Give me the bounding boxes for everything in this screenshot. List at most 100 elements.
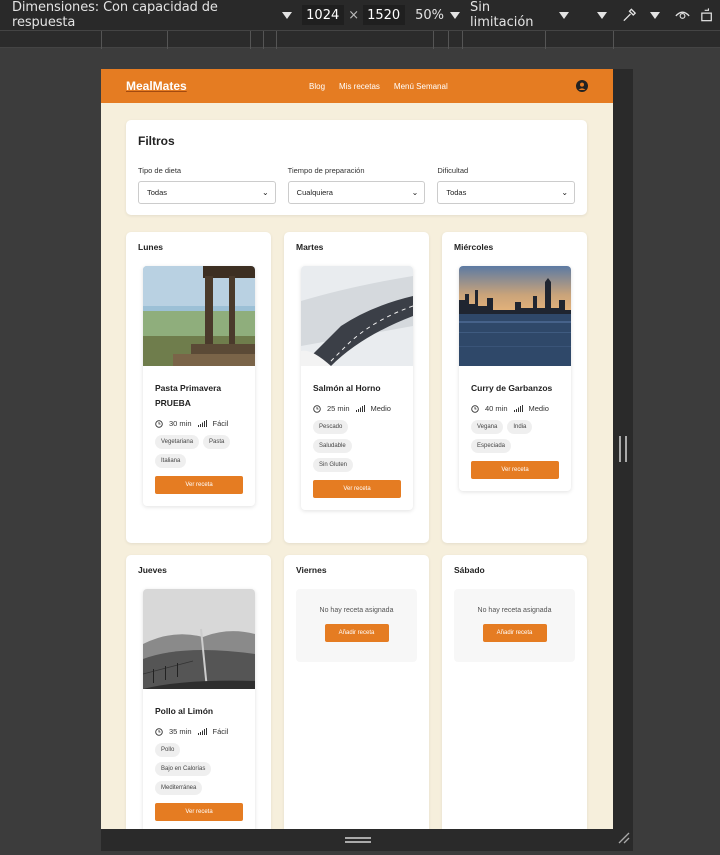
clock-icon	[155, 727, 163, 736]
recipe-tag: Pescado	[313, 420, 349, 434]
app-header: MealMates Blog Mis recetas Menú Semanal	[101, 69, 613, 103]
recipe-tag: Saludable	[313, 439, 352, 453]
recipe-tag: Pasta	[203, 435, 231, 449]
day-title: Martes	[296, 242, 324, 252]
day-card-jueves: Jueves Pollo al Limón 35 min Fácil Pollo…	[126, 555, 271, 829]
recipe-tag: Vegana	[471, 420, 504, 434]
dimensions-dropdown[interactable]: Dimensiones: Con capacidad de respuesta	[12, 0, 270, 30]
difficulty-label: Dificultad	[437, 166, 469, 175]
width-input[interactable]: 1024	[302, 5, 345, 25]
devtools-ruler	[0, 30, 720, 49]
clock-icon	[471, 404, 479, 413]
nav-menu-semanal[interactable]: Menú Semanal	[394, 82, 448, 91]
chevron-down-icon[interactable]	[649, 11, 660, 19]
recipe-difficulty: Fácil	[212, 727, 229, 736]
recipe-card: Pollo al Limón 35 min Fácil Pollo Bajo e…	[143, 589, 255, 829]
day-title: Miércoles	[454, 242, 494, 252]
signal-icon	[355, 405, 365, 412]
recipe-tag: Italiana	[155, 454, 187, 468]
app-logo[interactable]: MealMates	[126, 79, 187, 93]
empty-slot: No hay receta asignada Añadir receta	[454, 589, 575, 662]
clock-icon	[155, 419, 163, 428]
height-input[interactable]: 1520	[363, 5, 406, 25]
recipe-time: 30 min	[169, 419, 192, 428]
zoom-dropdown[interactable]: 50%	[415, 8, 444, 23]
recipe-title[interactable]: Pasta Primavera PRUEBA	[155, 381, 243, 411]
day-title: Sábado	[454, 565, 485, 575]
resize-corner-icon[interactable]	[618, 832, 630, 844]
recipe-tag: Bajo en Calorías	[155, 762, 212, 776]
view-recipe-button[interactable]: Ver receta	[471, 461, 559, 479]
chevron-down-icon: ⌄	[411, 188, 419, 197]
recipe-difficulty: Medio	[370, 404, 391, 413]
filters-title: Filtros	[138, 134, 175, 148]
view-recipe-button[interactable]: Ver receta	[155, 803, 243, 821]
chevron-down-icon[interactable]	[596, 11, 607, 19]
day-card-lunes: Lunes Pasta Primavera PRUEBA 30 min Fáci…	[126, 232, 271, 543]
recipe-time: 25 min	[327, 404, 350, 413]
chevron-down-icon[interactable]	[450, 11, 461, 19]
recipe-tag: Especiada	[471, 439, 512, 453]
time-select[interactable]: Cualquiera ⌄	[287, 181, 426, 204]
day-card-martes: Martes Salmón al Horno 25 min Medio Pesc…	[284, 232, 429, 543]
add-recipe-button[interactable]: Añadir receta	[324, 624, 389, 642]
add-recipe-button[interactable]: Añadir receta	[482, 624, 547, 642]
day-card-viernes: Viernes No hay receta asignada Añadir re…	[284, 555, 429, 829]
recipe-difficulty: Medio	[528, 404, 549, 413]
recipe-title[interactable]: Salmón al Horno	[313, 381, 401, 396]
day-card-sabado: Sábado No hay receta asignada Añadir rec…	[442, 555, 587, 829]
recipe-card: Salmón al Horno 25 min Medio Pescado Sal…	[301, 266, 413, 510]
recipe-title[interactable]: Pollo al Limón	[155, 704, 243, 719]
resize-handle-right[interactable]	[619, 436, 627, 462]
chevron-down-icon[interactable]	[282, 11, 293, 19]
signal-icon	[197, 728, 207, 735]
chevron-down-icon: ⌄	[261, 188, 269, 197]
day-title: Viernes	[296, 565, 327, 575]
recipe-title[interactable]: Curry de Garbanzos	[471, 381, 559, 396]
rotate-icon[interactable]	[699, 6, 716, 24]
devtools-toolbar: Dimensiones: Con capacidad de respuesta …	[0, 0, 720, 30]
eyedropper-icon[interactable]	[621, 6, 638, 24]
difficulty-select[interactable]: Todas ⌄	[437, 181, 576, 204]
recipe-tag: Sin Gluten	[313, 458, 354, 472]
time-label: Tiempo de preparación	[287, 166, 365, 175]
main-nav: Blog Mis recetas Menú Semanal	[309, 69, 448, 103]
recipe-time: 35 min	[169, 727, 192, 736]
diet-select[interactable]: Todas ⌄	[138, 181, 276, 204]
user-icon[interactable]	[576, 80, 588, 92]
filters-panel: Filtros Tipo de dieta Todas ⌄ Tiempo de p…	[126, 120, 587, 215]
day-card-miercoles: Miércoles Curry de Garbanzos 40 min Medi…	[442, 232, 587, 543]
recipe-image[interactable]	[143, 266, 255, 366]
signal-icon	[197, 420, 207, 427]
view-recipe-button[interactable]: Ver receta	[155, 476, 243, 494]
throttle-dropdown[interactable]: Sin limitación	[470, 0, 553, 30]
empty-message: No hay receta asignada	[319, 607, 394, 614]
recipe-image[interactable]	[301, 266, 413, 366]
resize-handle-bottom[interactable]	[345, 837, 371, 843]
recipe-tag: India	[507, 420, 533, 434]
day-title: Jueves	[138, 565, 167, 575]
chevron-down-icon: ⌄	[561, 188, 569, 197]
empty-slot: No hay receta asignada Añadir receta	[296, 589, 417, 662]
signal-icon	[513, 405, 523, 412]
nav-blog[interactable]: Blog	[309, 82, 325, 91]
clock-icon	[313, 404, 321, 413]
chevron-down-icon[interactable]	[558, 11, 569, 19]
recipe-tag: Vegetariana	[155, 435, 200, 449]
recipe-time: 40 min	[485, 404, 508, 413]
recipe-image[interactable]	[459, 266, 571, 366]
recipe-tag: Pollo	[155, 743, 181, 757]
times-sign: ×	[348, 7, 360, 23]
empty-message: No hay receta asignada	[477, 607, 552, 614]
nav-mis-recetas[interactable]: Mis recetas	[339, 82, 380, 91]
eye-icon[interactable]	[674, 6, 691, 24]
recipe-difficulty: Fácil	[212, 419, 229, 428]
page-viewport: MealMates Blog Mis recetas Menú Semanal …	[101, 69, 613, 829]
recipe-card: Pasta Primavera PRUEBA 30 min Fácil Vege…	[143, 266, 255, 506]
day-title: Lunes	[138, 242, 164, 252]
recipe-image[interactable]	[143, 589, 255, 689]
diet-label: Tipo de dieta	[138, 166, 182, 175]
view-recipe-button[interactable]: Ver receta	[313, 480, 401, 498]
recipe-tag: Mediterránea	[155, 781, 203, 795]
recipe-card: Curry de Garbanzos 40 min Medio Vegana I…	[459, 266, 571, 491]
